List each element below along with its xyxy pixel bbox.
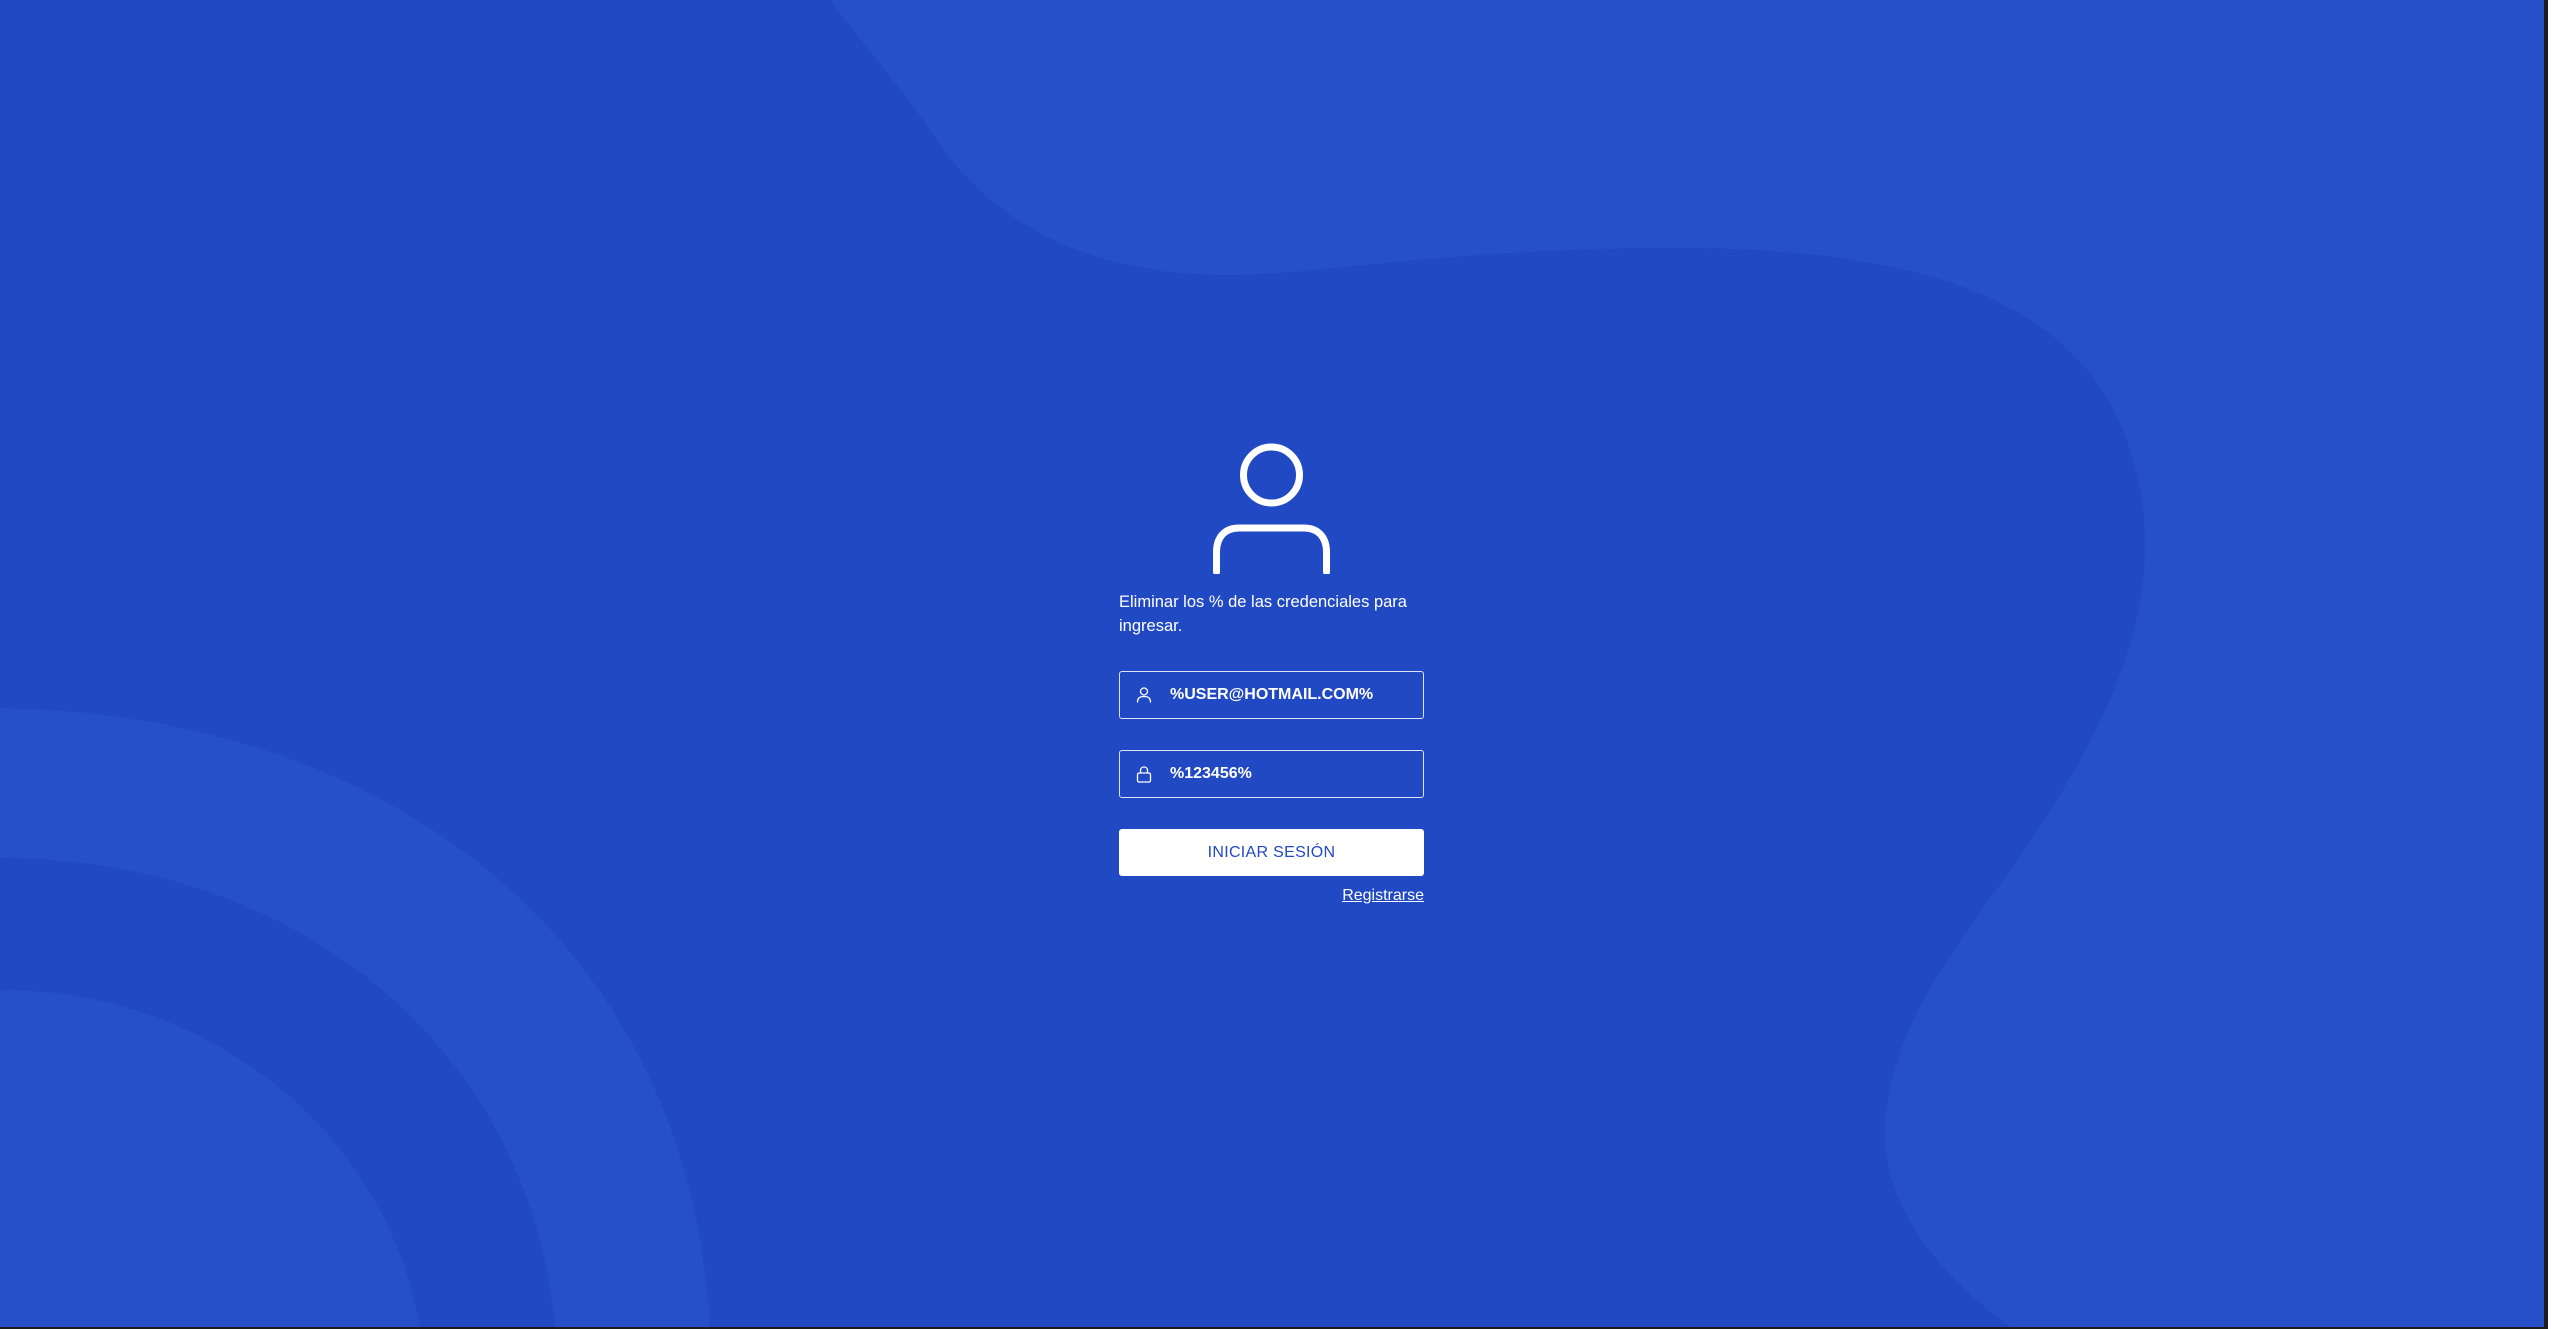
username-input[interactable] (1170, 672, 1410, 717)
username-field[interactable] (1119, 671, 1424, 719)
instructions-text: Eliminar los % de las credenciales para … (1119, 593, 1407, 635)
password-field[interactable] (1119, 750, 1424, 798)
top-right-blob (830, 0, 2544, 1327)
password-input[interactable] (1170, 751, 1410, 796)
user-avatar-icon (1213, 443, 1330, 574)
lock-icon (1136, 766, 1152, 783)
login-button[interactable]: INICIAR SESIÓN (1119, 829, 1424, 876)
login-page: Eliminar los % de las credenciales para … (0, 0, 2548, 1329)
register-link[interactable]: Registrarse (1119, 887, 1424, 905)
user-icon (1136, 687, 1152, 703)
login-form: Eliminar los % de las credenciales para … (1119, 442, 1424, 905)
